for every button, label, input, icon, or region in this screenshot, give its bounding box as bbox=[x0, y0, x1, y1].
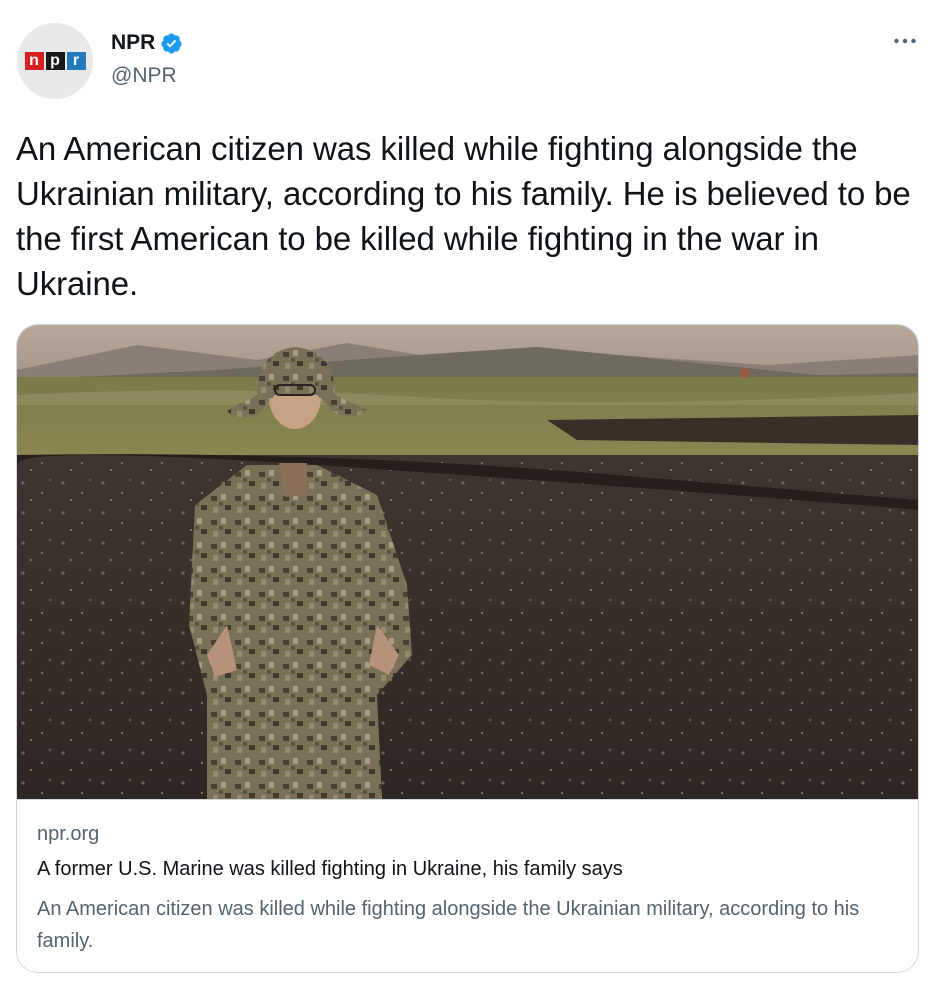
logo-letter-p: p bbox=[45, 52, 65, 70]
logo-letter-r: r bbox=[66, 52, 86, 70]
author-name: NPR bbox=[111, 31, 156, 54]
author-display-name[interactable]: NPR bbox=[111, 31, 183, 55]
more-options-icon[interactable] bbox=[890, 30, 920, 52]
logo-letter-n: n bbox=[24, 52, 44, 70]
author-handle[interactable]: @NPR bbox=[111, 64, 177, 88]
photo-soldier-in-field bbox=[17, 325, 918, 799]
card-title[interactable]: A former U.S. Marine was killed fighting… bbox=[37, 858, 623, 881]
card-image[interactable] bbox=[17, 325, 918, 799]
verified-badge-icon bbox=[160, 32, 183, 55]
tweet-text: An American citizen was killed while fig… bbox=[16, 130, 911, 302]
card-domain: npr.org bbox=[37, 823, 100, 845]
card-divider bbox=[17, 799, 918, 800]
link-card[interactable]: npr.org A former U.S. Marine was killed … bbox=[16, 324, 919, 973]
tweet: n p r NPR @NPR An American citizen was k… bbox=[0, 0, 938, 996]
avatar[interactable]: n p r bbox=[17, 23, 93, 99]
card-description: An American citizen was killed while fig… bbox=[37, 898, 860, 952]
npr-logo-icon: n p r bbox=[24, 52, 86, 70]
